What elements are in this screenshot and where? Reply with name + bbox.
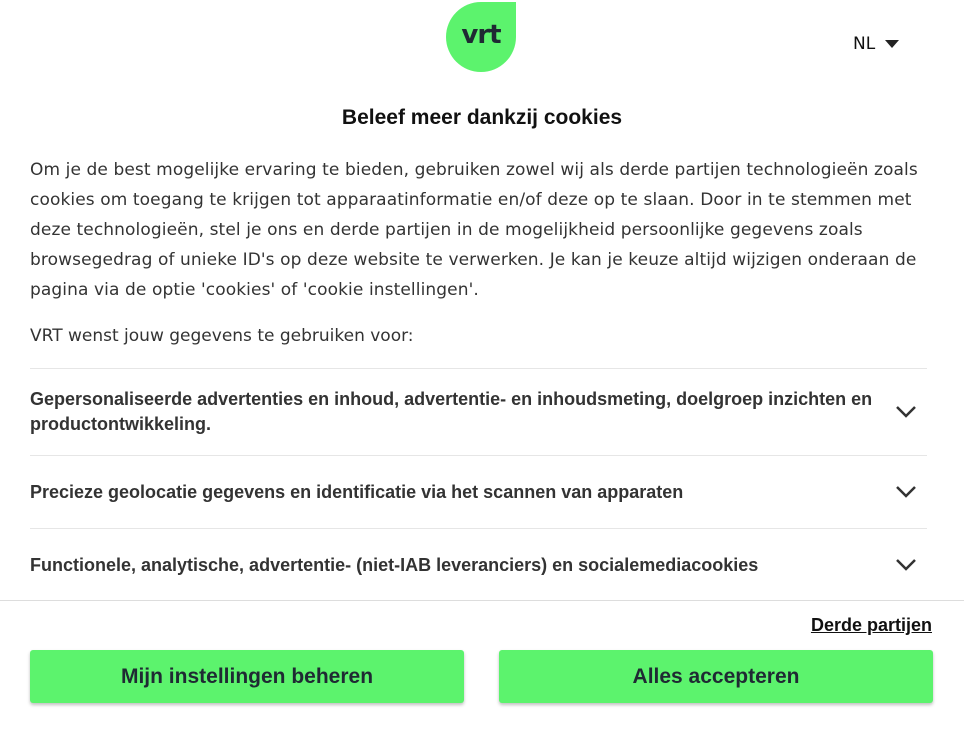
language-label: NL (853, 34, 876, 54)
accept-all-button[interactable]: Alles accepteren (499, 650, 933, 703)
purposes-accordion: Gepersonaliseerde advertenties en inhoud… (30, 368, 927, 601)
purpose-label: Functionele, analytische, advertentie- (… (30, 554, 759, 575)
purpose-item-personalised-ads[interactable]: Gepersonaliseerde advertenties en inhoud… (30, 368, 927, 455)
purposes-lead: VRT wenst jouw gegevens te gebruiken voo… (30, 326, 414, 346)
chevron-down-icon (896, 406, 916, 418)
purpose-item-geolocation[interactable]: Precieze geolocatie gegevens en identifi… (30, 455, 927, 528)
purpose-item-functional-cookies[interactable]: Functionele, analytische, advertentie- (… (30, 528, 927, 601)
chevron-down-icon (896, 559, 916, 571)
dialog-title: Beleef meer dankzij cookies (341, 106, 623, 129)
purpose-label: Precieze geolocatie gegevens en identifi… (30, 481, 684, 502)
intro-text: Om je de best mogelijke ervaring te bied… (30, 160, 918, 300)
language-selector[interactable]: NL (853, 34, 900, 54)
purpose-label: Gepersonaliseerde advertenties en inhoud… (30, 389, 873, 434)
chevron-down-icon (896, 486, 916, 498)
third-parties-link[interactable]: Derde partijen (811, 615, 932, 636)
logo-text: vrt (461, 20, 501, 50)
footer-divider (0, 600, 964, 601)
vrt-logo: vrt (446, 2, 516, 72)
caret-down-icon (885, 40, 900, 48)
manage-settings-button[interactable]: Mijn instellingen beheren (30, 650, 464, 703)
